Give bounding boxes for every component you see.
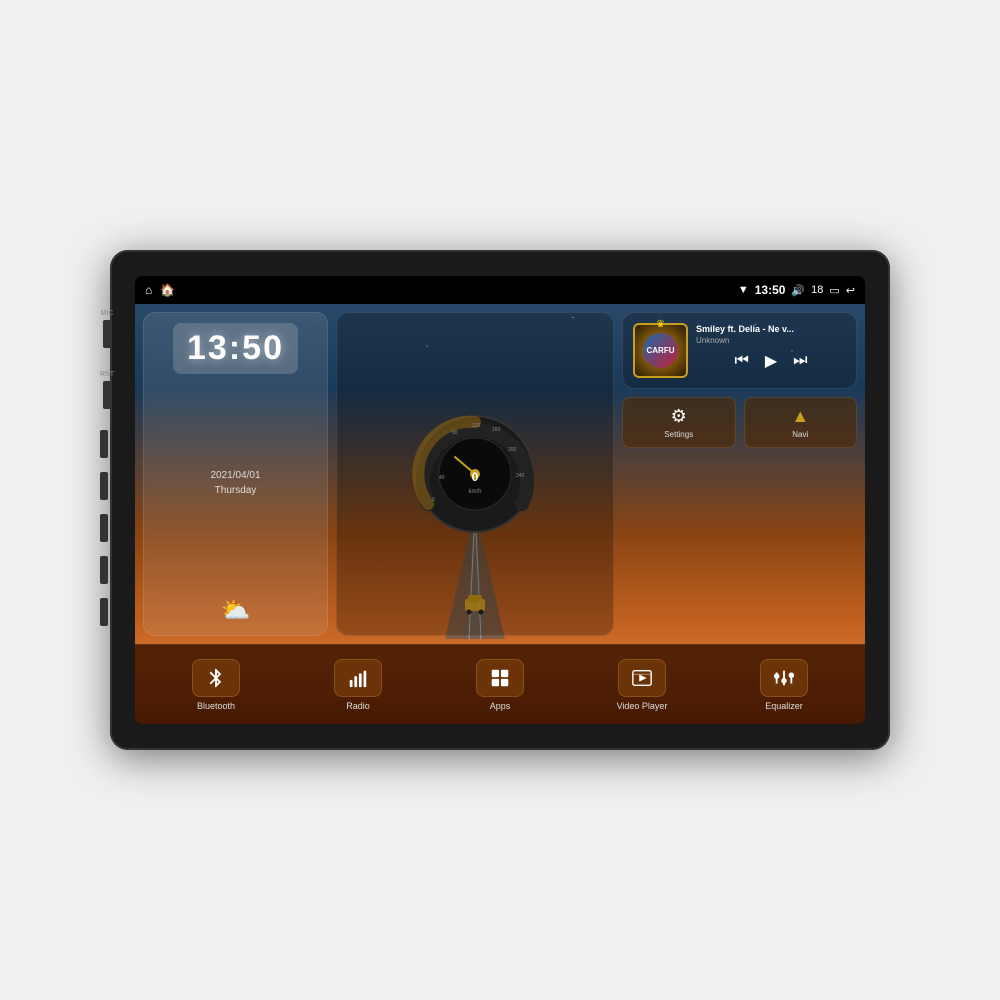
back-button[interactable] [100,514,108,542]
video-icon [631,667,653,689]
video-item[interactable]: Video Player [571,659,713,711]
clock-widget: 13:50 2021/04/01 Thursday ⛅ [143,312,328,636]
volume-icon: 🔊 [791,284,805,297]
svg-text:km/h: km/h [468,489,481,495]
android-home-icon: 🏠 [160,283,175,297]
music-artist: Unknown [696,336,846,345]
next-button[interactable]: ⏭ [793,352,807,370]
power-button[interactable] [100,430,108,458]
equalizer-item[interactable]: Equalizer [713,659,855,711]
bluetooth-icon [205,667,227,689]
car-unit: MIC RST ⌂ 🏠 ▼ 13:50 🔊 18 ▭ ↩ [110,250,890,750]
apps-icon-box [476,659,524,697]
rst-button[interactable] [103,381,111,409]
right-panel: ♛ CARFU Smiley ft. Delia - Ne v... Unkno… [622,312,857,636]
vol-down-button[interactable] [100,598,108,626]
wifi-icon: ▼ [738,284,749,296]
navi-icon: ▲ [791,406,809,427]
home-button[interactable] [100,472,108,500]
radio-label: Radio [346,701,370,711]
mic-label: MIC [101,310,114,317]
apps-icon [489,667,511,689]
battery-icon: ▭ [829,284,839,297]
music-widget: ♛ CARFU Smiley ft. Delia - Ne v... Unkno… [622,312,857,389]
svg-text:0: 0 [472,470,479,484]
speedometer-widget: 0 km/h 0 40 80 120 160 200 240 [336,312,614,636]
apps-item[interactable]: Apps [429,659,571,711]
volume-level: 18 [811,284,823,296]
navi-button[interactable]: ▲ Navi [744,397,858,448]
video-icon-box [618,659,666,697]
equalizer-icon [773,667,795,689]
status-bar: ⌂ 🏠 ▼ 13:50 🔊 18 ▭ ↩ [135,276,865,304]
equalizer-label: Equalizer [765,701,803,711]
equalizer-icon-box [760,659,808,697]
clock-display: 13:50 [173,323,298,374]
navi-label: Navi [792,430,808,439]
radio-icon-box [334,659,382,697]
speedometer-svg: 0 km/h 0 40 80 120 160 200 240 [410,409,540,539]
video-label: Video Player [617,701,668,711]
svg-text:240: 240 [516,473,525,479]
screen: ⌂ 🏠 ▼ 13:50 🔊 18 ▭ ↩ [135,276,865,724]
music-title: Smiley ft. Delia - Ne v... [696,324,846,334]
status-time: 13:50 [755,283,786,297]
radio-icon [347,667,369,689]
album-art: ♛ CARFU [633,323,688,378]
main-screen: 13:50 2021/04/01 Thursday ⛅ [135,304,865,724]
widgets-area: 13:50 2021/04/01 Thursday ⛅ [135,304,865,644]
crown-icon: ♛ [656,319,665,330]
bottom-bar: Bluetooth Radio [135,644,865,724]
play-button[interactable]: ▶ [765,351,777,371]
bluetooth-label: Bluetooth [197,701,235,711]
home-status-icon: ⌂ [145,283,152,297]
settings-button[interactable]: ⚙ Settings [622,397,736,448]
clock-date: 2021/04/01 Thursday [210,468,260,498]
svg-text:120: 120 [472,423,481,429]
mic-button[interactable] [103,320,111,348]
prev-button[interactable]: ⏮ [734,352,748,370]
settings-label: Settings [664,430,693,439]
rst-label: RST [100,371,114,378]
settings-icon: ⚙ [671,406,687,427]
bluetooth-icon-box [192,659,240,697]
svg-text:160: 160 [492,427,501,433]
settings-navi-grid: ⚙ Settings ▲ Navi [622,397,857,448]
weather-icon: ⛅ [221,596,251,625]
svg-text:200: 200 [508,447,517,453]
apps-label: Apps [490,701,511,711]
svg-text:0: 0 [432,497,435,503]
side-buttons: MIC RST [100,310,114,629]
bluetooth-item[interactable]: Bluetooth [145,659,287,711]
svg-text:80: 80 [452,430,458,436]
back-status-icon: ↩ [846,284,855,297]
svg-text:40: 40 [439,475,445,481]
album-logo: CARFU [643,333,678,368]
vol-up-button[interactable] [100,556,108,584]
radio-item[interactable]: Radio [287,659,429,711]
